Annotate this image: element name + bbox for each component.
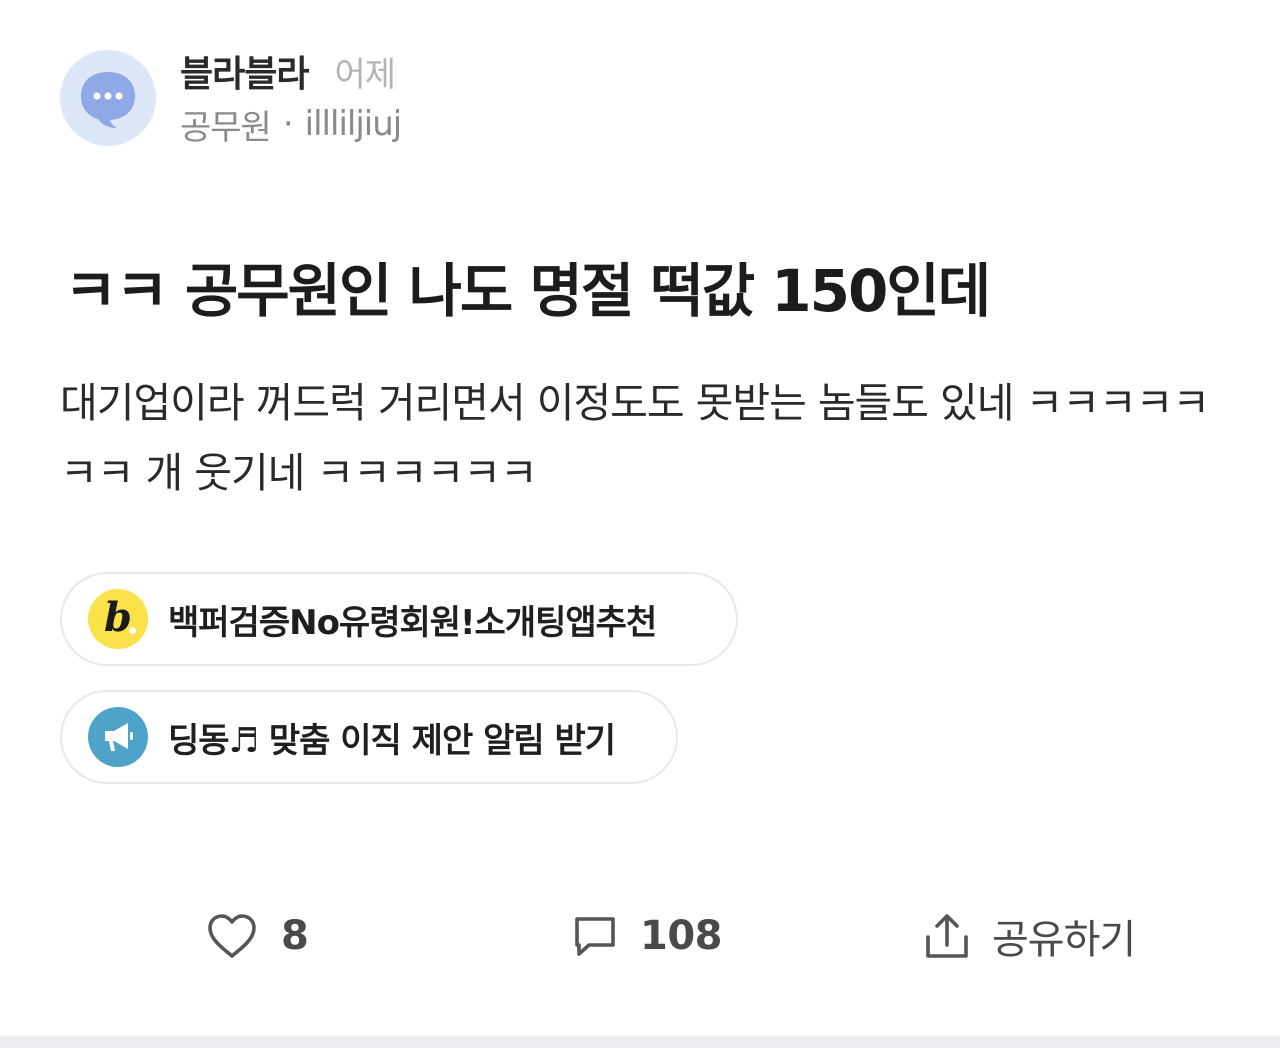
comment-count: 108 — [640, 913, 723, 959]
bottom-divider — [0, 1036, 1280, 1048]
author-name[interactable]: 블라블라 — [180, 45, 309, 97]
author-line: 블라블라 어제 — [180, 45, 396, 97]
megaphone-icon — [88, 707, 148, 767]
post-time: 어제 — [334, 54, 396, 95]
b-logo-icon: b — [88, 589, 148, 649]
author-company[interactable]: 공무원 — [180, 100, 272, 149]
author-nickname: illliljiuj — [304, 104, 403, 144]
promo-chip-label: 딩동♬ 맞춤 이직 제안 알림 받기 — [168, 720, 616, 761]
comment-button[interactable]: 108 — [572, 906, 723, 966]
author-meta: 공무원 · illliljiuj — [180, 100, 403, 149]
post-title: ㅋㅋ 공무원인 나도 명절 떡값 150인데 — [64, 257, 991, 325]
promo-chip-job-alert[interactable]: 딩동♬ 맞춤 이직 제안 알림 받기 — [60, 690, 678, 784]
chat-bubble-icon — [81, 72, 135, 128]
share-icon — [926, 914, 968, 958]
heart-icon — [208, 914, 256, 958]
like-button[interactable]: 8 — [205, 906, 309, 966]
comment-icon — [575, 917, 615, 956]
author-avatar[interactable] — [60, 50, 156, 146]
promo-chip-dating-app[interactable]: b 백퍼검증No유령회원!소개팅앱추천 — [60, 572, 738, 666]
post-body: 대기업이라 꺼드럭 거리면서 이정도도 못받는 놈들도 있네 ㅋㅋㅋㅋㅋㅋㅋ 개… — [60, 379, 1210, 497]
like-count: 8 — [281, 913, 309, 959]
share-label: 공유하기 — [992, 917, 1136, 963]
post-page: 블라블라 어제 공무원 · illliljiuj ㅋㅋ 공무원인 나도 명절 떡… — [0, 0, 1280, 1048]
promo-chip-label: 백퍼검증No유령회원!소개팅앱추천 — [168, 602, 657, 643]
share-button[interactable]: 공유하기 — [922, 906, 1136, 966]
meta-separator: · — [282, 104, 294, 144]
